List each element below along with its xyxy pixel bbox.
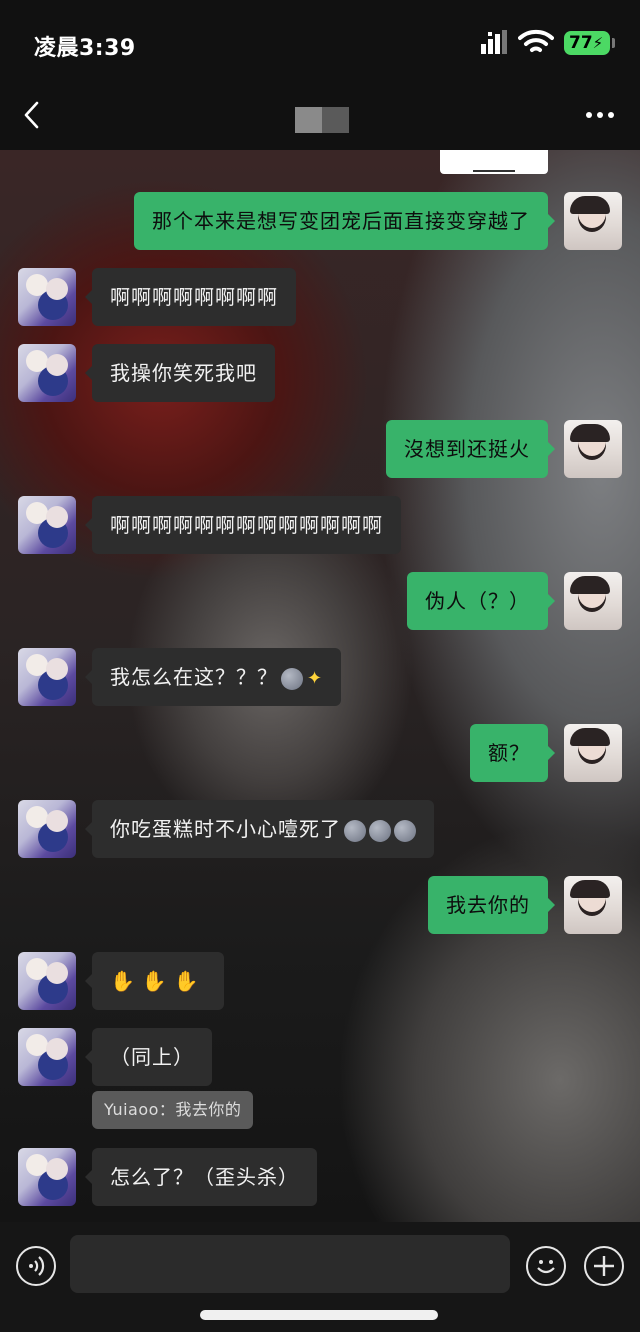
- message-bubble[interactable]: 沒想到还挺火: [386, 420, 555, 478]
- message-bubble[interactable]: 伪人（？）: [407, 572, 555, 630]
- my-avatar[interactable]: [564, 572, 622, 630]
- plus-button[interactable]: [584, 1246, 624, 1286]
- friend-avatar[interactable]: [18, 952, 76, 1010]
- message-text: 你吃蛋糕时不小心噎死了: [110, 817, 341, 841]
- message-bubble[interactable]: ✋ ✋ ✋: [85, 952, 224, 1010]
- my-avatar[interactable]: [564, 876, 622, 934]
- shared-card-stub[interactable]: [440, 150, 548, 174]
- middle-finger-emoji-icon: ✋: [141, 969, 168, 993]
- message-text: 我怎么在这？？？: [110, 665, 278, 689]
- message-bubble[interactable]: 啊啊啊啊啊啊啊啊啊啊啊啊啊: [85, 496, 401, 554]
- middle-finger-emoji-icon: ✋: [173, 969, 200, 993]
- middle-finger-emoji-icon: ✋: [110, 969, 136, 993]
- friend-avatar[interactable]: [18, 268, 76, 326]
- message-bubble[interactable]: 啊啊啊啊啊啊啊啊: [85, 268, 296, 326]
- message-input[interactable]: [70, 1235, 510, 1293]
- plus-icon: [594, 1256, 614, 1276]
- back-icon[interactable]: [20, 100, 44, 130]
- more-icon[interactable]: [584, 104, 616, 126]
- friend-avatar[interactable]: [18, 800, 76, 858]
- my-avatar[interactable]: [564, 192, 622, 250]
- message-bubble[interactable]: （同上）: [85, 1028, 212, 1086]
- friend-avatar[interactable]: [18, 344, 76, 402]
- sparkles-emoji-icon: ✦: [307, 667, 324, 689]
- emoji-button[interactable]: [526, 1246, 566, 1286]
- voice-icon: [29, 1256, 45, 1276]
- battery-cap: [612, 38, 615, 48]
- moon-emoji-icon: [369, 819, 391, 842]
- my-avatar[interactable]: [564, 420, 622, 478]
- home-indicator[interactable]: [200, 1310, 438, 1320]
- message-bubble[interactable]: 我操你笑死我吧: [85, 344, 275, 402]
- friend-avatar[interactable]: [18, 648, 76, 706]
- friend-avatar[interactable]: [18, 1148, 76, 1206]
- friend-avatar[interactable]: [18, 496, 76, 554]
- moon-emoji-icon: [344, 819, 366, 842]
- quoted-message[interactable]: Yuiaoo：我去你的: [92, 1091, 254, 1129]
- moon-emoji-icon: [281, 667, 303, 690]
- message-bubble[interactable]: 我怎么在这？？？ ✦: [84, 648, 342, 706]
- message-bubble[interactable]: 那个本来是想写变团宠后面直接变穿越了: [134, 192, 555, 250]
- message-bubble[interactable]: 你吃蛋糕时不小心噎死了: [85, 800, 434, 858]
- my-avatar[interactable]: [564, 724, 622, 782]
- battery-level: 77: [569, 33, 593, 53]
- status-time: 凌晨3:39: [34, 36, 136, 61]
- battery-indicator: 77⚡: [564, 31, 610, 55]
- chat-title: [295, 107, 349, 133]
- voice-button[interactable]: [16, 1246, 56, 1286]
- message-bubble[interactable]: 我去你的: [428, 876, 555, 934]
- moon-emoji-icon: [394, 819, 416, 842]
- wifi-icon: [518, 29, 554, 52]
- message-bubble[interactable]: 怎么了？（歪头杀）: [85, 1148, 317, 1206]
- emoji-icon: [537, 1260, 555, 1274]
- message-bubble[interactable]: 额？: [470, 724, 555, 782]
- friend-avatar[interactable]: [18, 1028, 76, 1086]
- signal-icon: [481, 30, 507, 54]
